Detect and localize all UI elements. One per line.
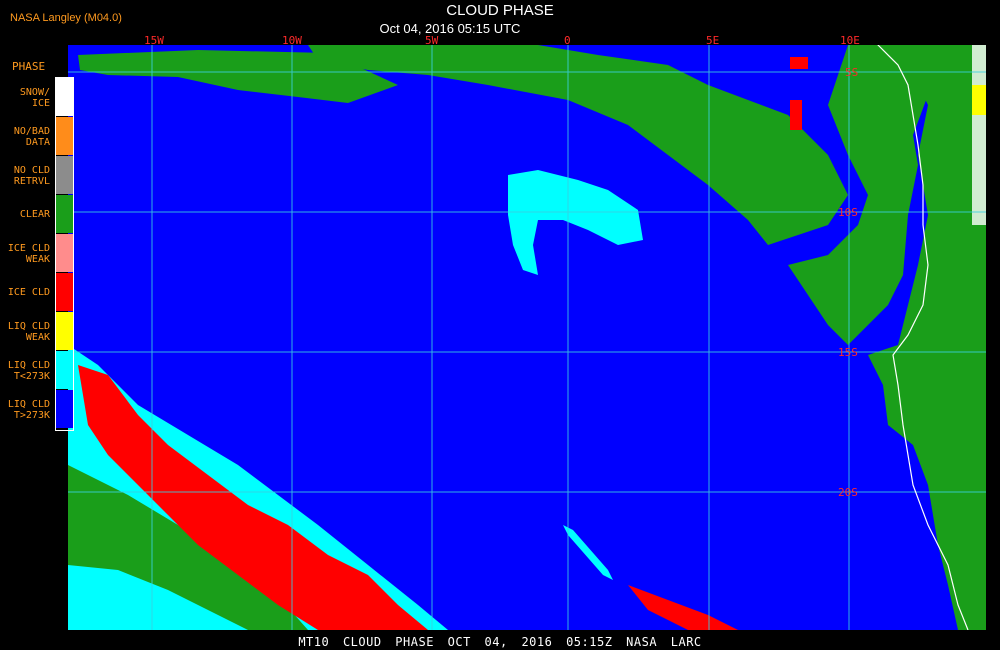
datetime-label: Oct 04, 2016 05:15 UTC xyxy=(379,21,521,36)
lon-label-10e: 10E xyxy=(840,34,860,47)
legend-swatch xyxy=(56,273,74,311)
legend-label: LIQ CLD WEAK xyxy=(7,321,50,343)
legend-label: NO/BAD DATA xyxy=(13,126,50,148)
liquid-weak-strip-edge xyxy=(972,85,986,115)
legend-label: SNOW/ ICE xyxy=(19,87,50,109)
lon-label-5w: 5W xyxy=(425,34,439,47)
cloud-phase-map xyxy=(68,45,986,630)
lat-label-5s: 5S xyxy=(845,66,859,79)
ice-cloud-patch-ne-2 xyxy=(790,100,802,130)
legend-label: LIQ CLD T<273K xyxy=(7,360,50,382)
legend-item-liq-cld-cold: LIQ CLD T<273K xyxy=(0,351,76,389)
legend-item-ice-cld: ICE CLD xyxy=(0,273,76,311)
legend-label: ICE CLD WEAK xyxy=(7,243,50,265)
legend-title: PHASE xyxy=(12,60,46,73)
legend-swatch xyxy=(56,312,74,350)
lon-label-10w: 10W xyxy=(282,34,302,47)
legend-item-ice-cld-weak: ICE CLD WEAK xyxy=(0,234,76,272)
page-title: CLOUD PHASE xyxy=(446,2,554,19)
legend-item-liq-cld-weak: LIQ CLD WEAK xyxy=(0,312,76,350)
legend-swatch xyxy=(56,390,74,428)
lon-label-5e: 5E xyxy=(706,34,720,47)
lat-label-10s: 10S xyxy=(838,206,858,219)
legend-swatch xyxy=(56,195,74,233)
legend-item-snow-ice: SNOW/ ICE xyxy=(0,78,76,116)
legend-swatch xyxy=(56,78,74,116)
lon-label-15w: 15W xyxy=(144,34,164,47)
lat-label-15s: 15S xyxy=(838,346,858,359)
legend-item-no-bad-data: NO/BAD DATA xyxy=(0,117,76,155)
legend-swatch xyxy=(56,351,74,389)
legend-item-no-cld-retrvl: NO CLD RETRVL xyxy=(0,156,76,194)
legend-item-liq-cld-warm: LIQ CLD T>273K xyxy=(0,390,76,428)
legend-label: ICE CLD xyxy=(7,287,50,298)
legend-label: NO CLD RETRVL xyxy=(13,165,50,187)
ice-cloud-patch-ne xyxy=(790,57,808,69)
legend-label: CLEAR xyxy=(19,209,50,220)
legend-swatch xyxy=(56,156,74,194)
legend-item-clear: CLEAR xyxy=(0,195,76,233)
legend-swatch xyxy=(56,234,74,272)
footer-caption: MT10 CLOUD PHASE OCT 04, 2016 05:15Z NAS… xyxy=(298,635,702,649)
lat-label-20s: 20S xyxy=(838,486,858,499)
lon-label-0: 0 xyxy=(564,34,571,47)
legend-swatch xyxy=(56,117,74,155)
legend-label: LIQ CLD T>273K xyxy=(7,399,50,421)
